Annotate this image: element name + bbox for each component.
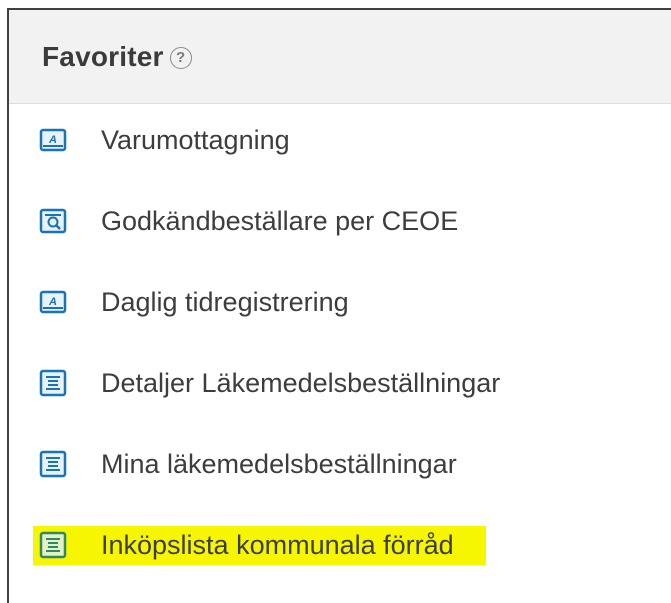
favorite-item-label: Detaljer Läkemedelsbeställningar [101,367,501,398]
list-report-icon [39,450,67,478]
favorites-title: Favoriter [42,40,164,72]
favorite-item-mina-lakemedelsbestallningar[interactable]: Mina läkemedelsbeställningar [39,442,457,486]
list-report-icon [39,369,67,397]
favorite-item-detaljer-lakemedelsbestallningar[interactable]: Detaljer Läkemedelsbeställningar [39,361,500,405]
favorite-item-godkandbestallare[interactable]: Godkändbeställare per CEOE [39,199,458,243]
favorite-item-label: Godkändbeställare per CEOE [101,205,459,236]
favorite-item-label: Inköpslista kommunala förråd [101,529,454,560]
highlight-marker: Inköpslista kommunala förråd [33,525,486,565]
favorites-panel: Favoriter ? A Varumottagning Godkändbest… [7,8,671,603]
favorites-header: Favoriter ? [9,10,671,104]
favorite-item-label: Daglig tidregistrering [101,286,349,317]
favorite-item-label: Mina läkemedelsbeställningar [101,448,457,479]
search-report-icon [39,207,67,235]
favorite-item-label: Varumottagning [101,124,290,155]
favorite-item-daglig-tidregistrering[interactable]: A Daglig tidregistrering [39,280,349,324]
favorite-item-inkopslista-kommunala-forrad[interactable]: Inköpslista kommunala förråd [33,523,486,567]
svg-text:A: A [48,134,57,146]
svg-text:A: A [48,296,57,308]
form-icon: A [39,126,67,154]
form-icon: A [39,288,67,316]
help-icon[interactable]: ? [169,46,192,69]
favorite-item-varumottagning[interactable]: A Varumottagning [39,118,290,162]
list-report-icon [39,531,67,559]
